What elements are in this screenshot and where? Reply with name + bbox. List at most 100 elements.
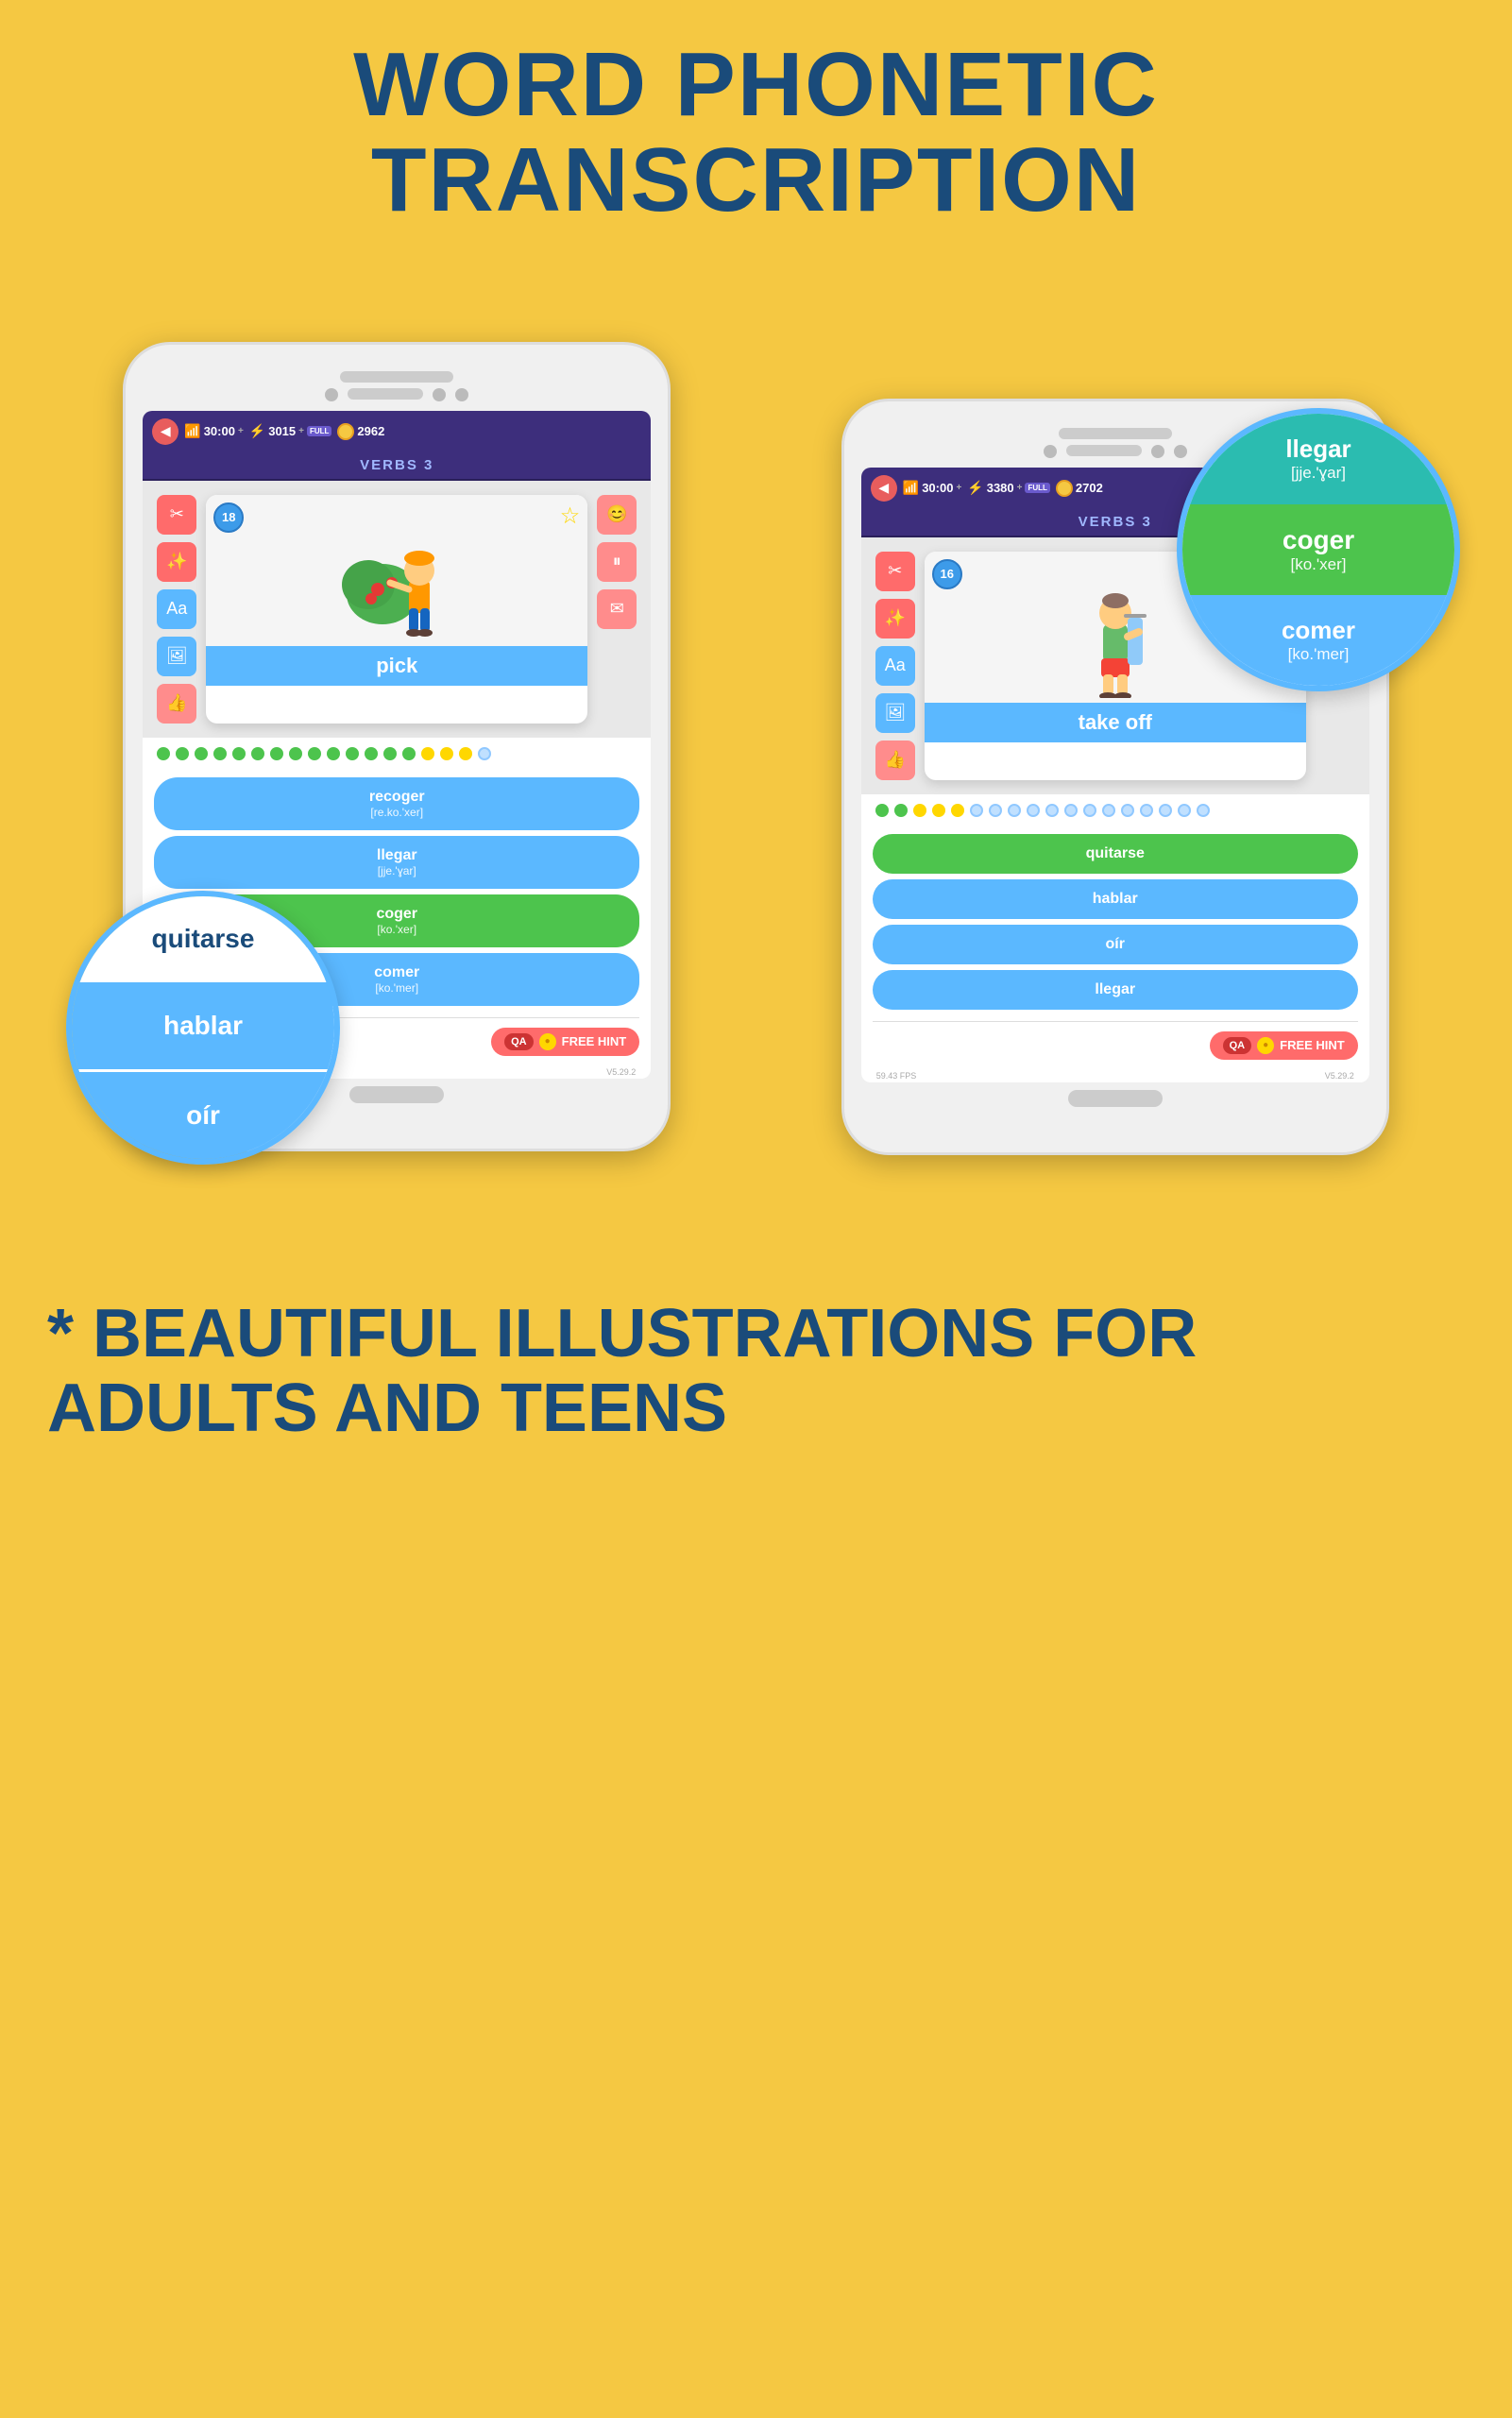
dot xyxy=(325,388,338,401)
progress-dot xyxy=(308,747,321,760)
progress-dot xyxy=(365,747,378,760)
phone-left-dots xyxy=(143,388,651,401)
font-button[interactable]: Aa xyxy=(157,589,196,629)
home-button-right[interactable] xyxy=(1068,1090,1163,1107)
tooltip-right-word-1: llegar xyxy=(1285,434,1351,464)
progress-dot xyxy=(970,804,983,817)
hint-bar-right: QA ● FREE HINT xyxy=(861,1026,1369,1069)
option-word-r1: quitarse xyxy=(888,845,1343,862)
option-word-r4: llegar xyxy=(888,981,1343,998)
star-button[interactable]: ✨ xyxy=(157,542,196,582)
back-button-right[interactable]: ◀ xyxy=(871,475,897,502)
cut-button[interactable]: ✂ xyxy=(157,495,196,535)
progress-dot xyxy=(1064,804,1078,817)
option-btn-1[interactable]: recoger [re.ko.'xer] xyxy=(154,777,639,830)
phone-left-speaker xyxy=(340,371,453,383)
tooltip-right-phonetic-1: [jje.'ɣar] xyxy=(1291,464,1346,483)
progress-dot xyxy=(270,747,283,760)
coin-status-right: 2702 xyxy=(1056,480,1103,497)
progress-dot xyxy=(327,747,340,760)
progress-dot xyxy=(383,747,397,760)
header: WORD PHONETIC TRANSCRIPTION xyxy=(0,0,1512,247)
mail-button[interactable]: ✉ xyxy=(597,589,637,629)
phone-left-bar xyxy=(348,388,423,400)
image-button-r[interactable]: 🖼 xyxy=(875,693,915,733)
option-btn-r3[interactable]: oír xyxy=(873,925,1358,964)
tooltip-left-item-2: hablar xyxy=(72,982,334,1069)
card-label-right: take off xyxy=(925,703,1306,742)
hint-label-right: FREE HINT xyxy=(1280,1038,1345,1052)
tooltip-right-phonetic-2: [ko.'xer] xyxy=(1291,555,1347,574)
card-image-left xyxy=(206,495,587,646)
takeoff-illustration xyxy=(1054,556,1177,698)
progress-dot xyxy=(346,747,359,760)
progress-dot xyxy=(157,747,170,760)
option-btn-r1[interactable]: quitarse xyxy=(873,834,1358,874)
card-badge-left: 18 xyxy=(213,502,244,533)
dot xyxy=(433,388,446,401)
font-button-r[interactable]: Aa xyxy=(875,646,915,686)
option-btn-r2[interactable]: hablar xyxy=(873,879,1358,919)
option-word-r3: oír xyxy=(888,936,1343,953)
face-button[interactable]: 😊 xyxy=(597,495,637,535)
thumb-button[interactable]: 👍 xyxy=(157,684,196,724)
progress-dot xyxy=(1045,804,1059,817)
hint-button-right[interactable]: QA ● FREE HINT xyxy=(1210,1031,1358,1060)
progress-dots-left xyxy=(143,738,651,770)
version-label-right: V5.29.2 xyxy=(1325,1071,1362,1081)
hint-button-left[interactable]: QA ● FREE HINT xyxy=(491,1028,639,1056)
progress-dot xyxy=(402,747,416,760)
card-area-left: ✂ ✨ Aa 🖼 👍 18 ☆ xyxy=(143,481,651,738)
tooltip-left-word-1: quitarse xyxy=(152,924,255,954)
star-button-r[interactable]: ✨ xyxy=(875,599,915,639)
star-icon-left[interactable]: ☆ xyxy=(560,502,581,530)
hint-coin-right: ● xyxy=(1257,1037,1274,1054)
image-button[interactable]: 🖼 xyxy=(157,637,196,676)
progress-dot xyxy=(195,747,208,760)
progress-dot xyxy=(232,747,246,760)
thumb-button-r[interactable]: 👍 xyxy=(875,741,915,780)
option-word-1: recoger xyxy=(169,789,624,806)
progress-dot xyxy=(951,804,964,817)
coin-icon-right xyxy=(1056,480,1073,497)
hint-label-left: FREE HINT xyxy=(562,1034,627,1048)
score-status: ⚡ 3015 + FULL xyxy=(249,423,332,439)
status-bar-left: ◀ 📶 30:00 + ⚡ 3015 + FULL 2962 xyxy=(143,411,651,452)
dot xyxy=(1151,445,1164,458)
progress-dot xyxy=(1178,804,1191,817)
progress-dot xyxy=(478,747,491,760)
back-button-left[interactable]: ◀ xyxy=(152,418,178,445)
tooltip-right-phonetic-3: [ko.'mer] xyxy=(1288,645,1350,664)
progress-dot xyxy=(459,747,472,760)
option-word-r2: hablar xyxy=(888,891,1343,908)
option-phonetic-1: [re.ko.'xer] xyxy=(169,806,624,819)
dot xyxy=(455,388,468,401)
option-phonetic-2: [jje.'ɣar] xyxy=(169,864,624,877)
main-title: WORD PHONETIC TRANSCRIPTION xyxy=(57,38,1455,229)
home-button-left[interactable] xyxy=(349,1086,444,1103)
footer-text: * BEAUTIFUL ILLUSTRATIONS FOR ADULTS AND… xyxy=(47,1297,1465,1446)
pause-button[interactable]: ⏸ xyxy=(597,542,637,582)
wifi-status: 📶 30:00 + xyxy=(184,423,244,439)
progress-dot xyxy=(913,804,926,817)
progress-dot xyxy=(213,747,227,760)
cut-button-r[interactable]: ✂ xyxy=(875,552,915,591)
progress-dot xyxy=(932,804,945,817)
option-btn-2[interactable]: llegar [jje.'ɣar] xyxy=(154,836,639,889)
wifi-status-right: 📶 30:00 + xyxy=(903,480,962,496)
progress-dots-right xyxy=(861,794,1369,826)
option-word-2: llegar xyxy=(169,847,624,864)
coin-status: 2962 xyxy=(337,423,384,440)
progress-dot xyxy=(989,804,1002,817)
dot xyxy=(1174,445,1187,458)
phone-right-bar xyxy=(1066,445,1142,456)
tooltip-left-word-3: oír xyxy=(186,1100,220,1131)
score-status-right: ⚡ 3380 + FULL xyxy=(967,480,1050,496)
version-label-left: V5.29.2 xyxy=(606,1067,643,1077)
progress-dot xyxy=(1197,804,1210,817)
tooltip-right-word-2: coger xyxy=(1283,525,1354,555)
progress-dot xyxy=(251,747,264,760)
tooltip-right-word-3: comer xyxy=(1282,616,1355,645)
card-label-left: pick xyxy=(206,646,587,686)
option-btn-r4[interactable]: llegar xyxy=(873,970,1358,1010)
